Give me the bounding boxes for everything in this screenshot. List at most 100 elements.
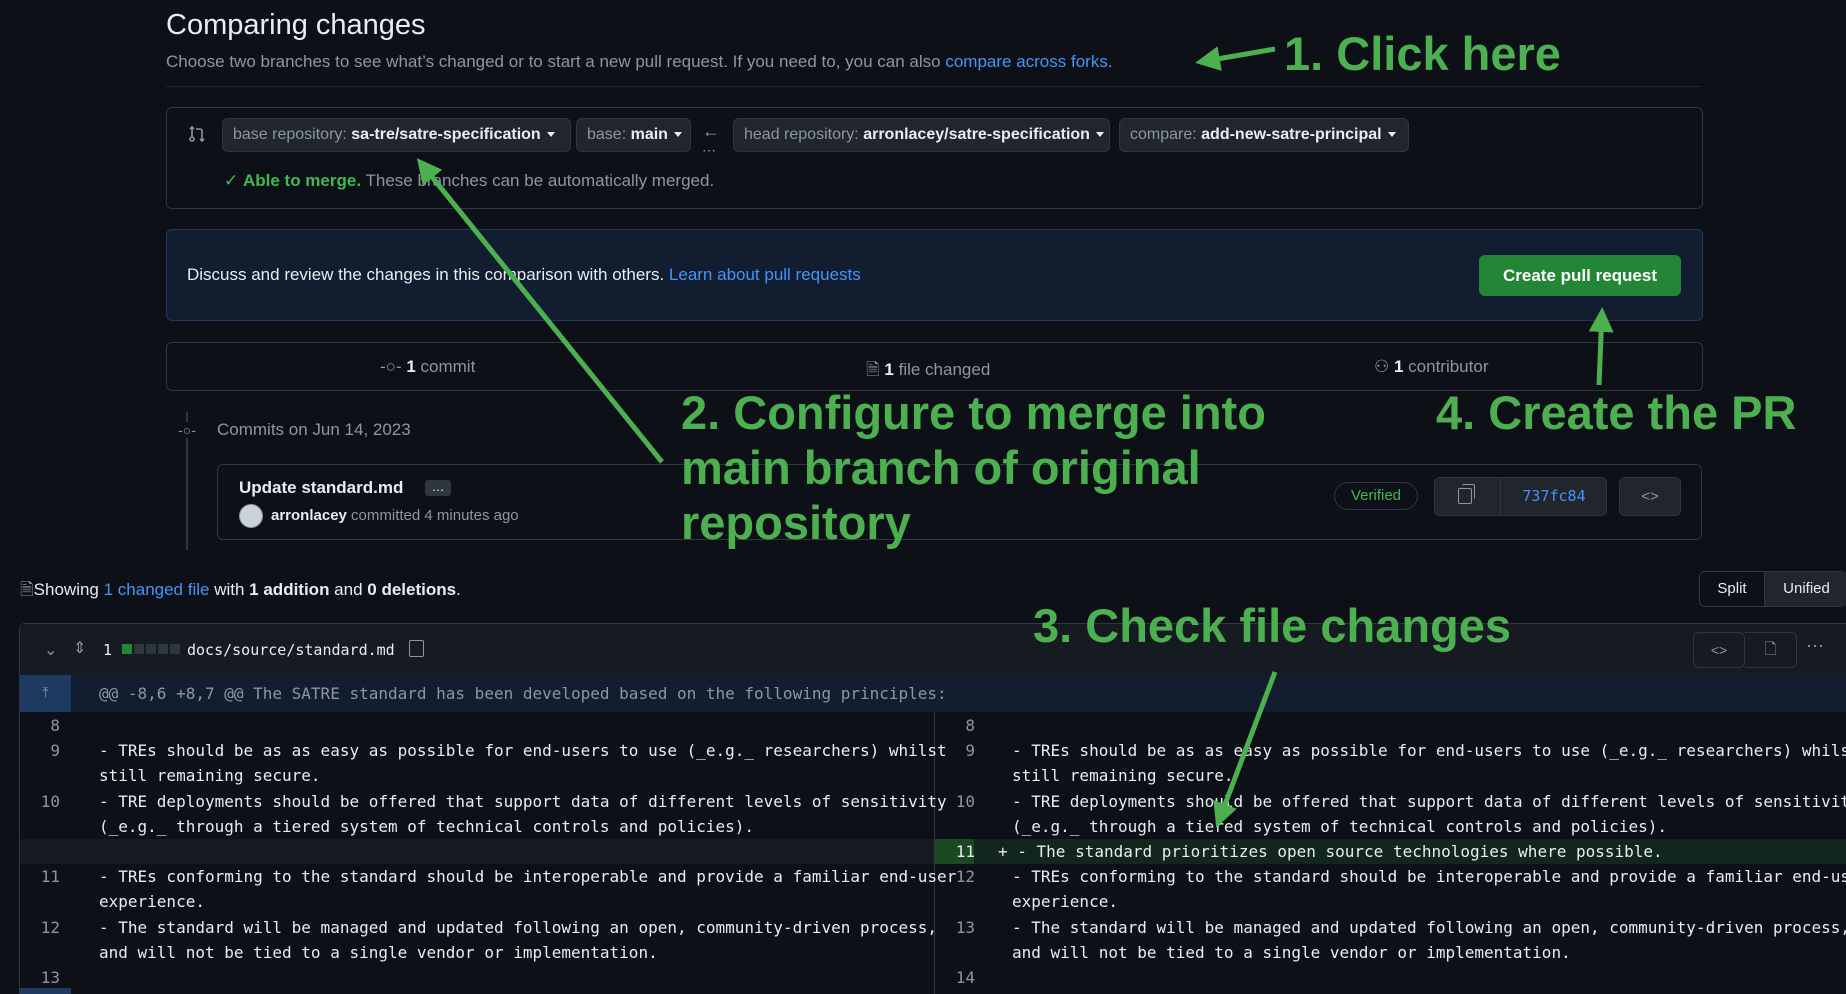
compare-across-forks-link[interactable]: compare across forks: [945, 52, 1108, 71]
added-code-line: + - The standard prioritizes open source…: [998, 842, 1663, 861]
files-count: 1: [884, 360, 894, 379]
base-branch-label: base:: [587, 126, 631, 143]
diff-summary: 🗎Showing 1 changed file with 1 addition …: [20, 577, 461, 606]
annotation-step1: 1. Click here: [1284, 27, 1561, 80]
browse-code-button[interactable]: <>: [1619, 477, 1681, 516]
code-line: still remaining secure.: [1012, 766, 1234, 786]
kebab-menu-icon[interactable]: ⋯: [1806, 636, 1824, 657]
files-stat[interactable]: 🗎 1 file changed: [866, 357, 990, 386]
header-divider: [166, 86, 1702, 87]
commit-meta: arronlacey committed 4 minutes ago: [271, 507, 519, 524]
annotation-step4: 4. Create the PR: [1436, 386, 1797, 439]
merge-status: ✓ Able to merge. These branches can be a…: [224, 171, 714, 191]
code-line: experience.: [99, 892, 205, 912]
line-number[interactable]: 9: [915, 741, 975, 760]
unified-view-button[interactable]: Unified: [1764, 572, 1846, 606]
code-line: - TREs should be as as easy as possible …: [99, 741, 947, 761]
commits-stat[interactable]: -○- 1 commit: [380, 357, 475, 377]
line-number[interactable]: 10: [0, 792, 60, 811]
code-line: and will not be tied to a single vendor …: [99, 942, 658, 962]
chevron-down-icon: [1095, 132, 1104, 138]
base-repository-select[interactable]: base repository: sa-tre/satre-specificat…: [222, 118, 571, 152]
view-toggle: Split Unified: [1699, 571, 1846, 607]
diffstat-neutral: [158, 644, 168, 654]
code-line: - The standard will be managed and updat…: [99, 917, 938, 937]
diffstat-neutral: [134, 644, 144, 654]
base-branch-value: main: [630, 126, 668, 143]
collapse-chevron-icon[interactable]: ⌄: [44, 640, 57, 660]
line-number[interactable]: 13: [0, 968, 60, 987]
copy-sha-button[interactable]: [1434, 477, 1501, 516]
commit-time: committed 4 minutes ago: [346, 507, 519, 524]
line-number[interactable]: 13: [915, 918, 975, 937]
hunk-header: @@ -8,6 +8,7 @@ The SATRE standard has b…: [99, 684, 947, 703]
expand-down-button[interactable]: [20, 988, 71, 994]
code-line: - TREs conforming to the standard should…: [1012, 867, 1846, 887]
verified-badge[interactable]: Verified: [1334, 482, 1418, 510]
subtitle-end: .: [1107, 52, 1113, 71]
contributors-stat[interactable]: ⚇ 1 contributor: [1374, 357, 1488, 377]
copy-path-icon[interactable]: [409, 640, 424, 657]
base-repo-label: base repository:: [233, 126, 352, 143]
file-diff-icon: 🗎: [866, 360, 885, 379]
summary-showing: Showing: [33, 580, 104, 599]
merge-status-label: Able to merge.: [242, 171, 362, 190]
line-number[interactable]: 12: [0, 918, 60, 937]
copy-icon-back: [1462, 484, 1475, 499]
code-icon: <>: [1641, 488, 1659, 505]
view-code-button[interactable]: <>: [1693, 632, 1745, 668]
commit-author-link[interactable]: arronlacey: [271, 507, 347, 524]
code-line: - TRE deployments should be offered that…: [1012, 791, 1846, 811]
expand-up-button[interactable]: ⤒: [20, 675, 71, 712]
compare-branch-select[interactable]: compare: add-new-satre-principal: [1119, 118, 1409, 152]
commit-icon: -○-: [380, 357, 407, 376]
check-icon: ✓: [224, 171, 243, 190]
diffstat-bar: [122, 644, 182, 655]
changed-files-link[interactable]: 1 changed file: [104, 580, 210, 599]
code-line: still remaining secure.: [99, 766, 321, 786]
line-number[interactable]: 8: [0, 716, 60, 735]
file-change-count: 1: [103, 641, 113, 659]
learn-about-pull-requests-link[interactable]: Learn about pull requests: [669, 265, 861, 284]
empty-left-row: [20, 839, 934, 864]
commits-label: commit: [415, 357, 476, 376]
compare-branch-value: add-new-satre-principal: [1201, 126, 1382, 143]
view-file-button[interactable]: 🗋: [1745, 632, 1797, 668]
commit-message[interactable]: Update standard.md: [239, 478, 403, 498]
chevron-down-icon: [673, 132, 682, 138]
line-number[interactable]: 11: [915, 842, 975, 861]
line-number[interactable]: 10: [915, 792, 975, 811]
summary-and: and: [329, 580, 368, 599]
page-subtitle: Choose two branches to see what’s change…: [166, 52, 1113, 72]
page-title: Comparing changes: [166, 9, 426, 41]
deletions-count: 0 deletions: [367, 580, 457, 599]
code-line: - TREs conforming to the standard should…: [99, 867, 957, 887]
line-number[interactable]: 11: [0, 867, 60, 886]
annotation-step2-line3: repository: [681, 496, 911, 549]
code-line: - TRE deployments should be offered that…: [99, 791, 947, 811]
code-line: - The standard will be managed and updat…: [1012, 917, 1846, 937]
arrow-step1: [1195, 46, 1276, 71]
split-view-button[interactable]: Split: [1700, 572, 1764, 606]
line-number[interactable]: 9: [0, 741, 60, 760]
line-number[interactable]: 12: [915, 867, 975, 886]
line-number[interactable]: 8: [915, 716, 975, 735]
commits-date-heading: Commits on Jun 14, 2023: [217, 420, 411, 439]
expand-all-icon[interactable]: ⇕: [73, 638, 86, 658]
commit-expand-button[interactable]: …: [425, 480, 451, 496]
head-repository-select[interactable]: head repository: arronlacey/satre-specif…: [733, 118, 1110, 152]
commit-sha-link[interactable]: 737fc84: [1501, 477, 1607, 516]
base-branch-select[interactable]: base: main: [576, 118, 691, 152]
additions-count: 1 addition: [249, 580, 330, 599]
chevron-down-icon: [546, 132, 555, 138]
file-path[interactable]: docs/source/standard.md: [187, 641, 395, 659]
avatar: [239, 504, 263, 528]
summary-end: .: [456, 580, 461, 599]
line-number[interactable]: 14: [915, 968, 975, 987]
head-repo-label: head repository:: [744, 126, 864, 143]
merge-status-detail: These branches can be automatically merg…: [361, 171, 715, 190]
expand-up-icon: ⤒: [42, 684, 49, 700]
annotation-step2-line2: main branch of original: [681, 441, 1201, 494]
create-pull-request-button[interactable]: Create pull request: [1479, 255, 1681, 296]
code-line: and will not be tied to a single vendor …: [1012, 942, 1571, 962]
